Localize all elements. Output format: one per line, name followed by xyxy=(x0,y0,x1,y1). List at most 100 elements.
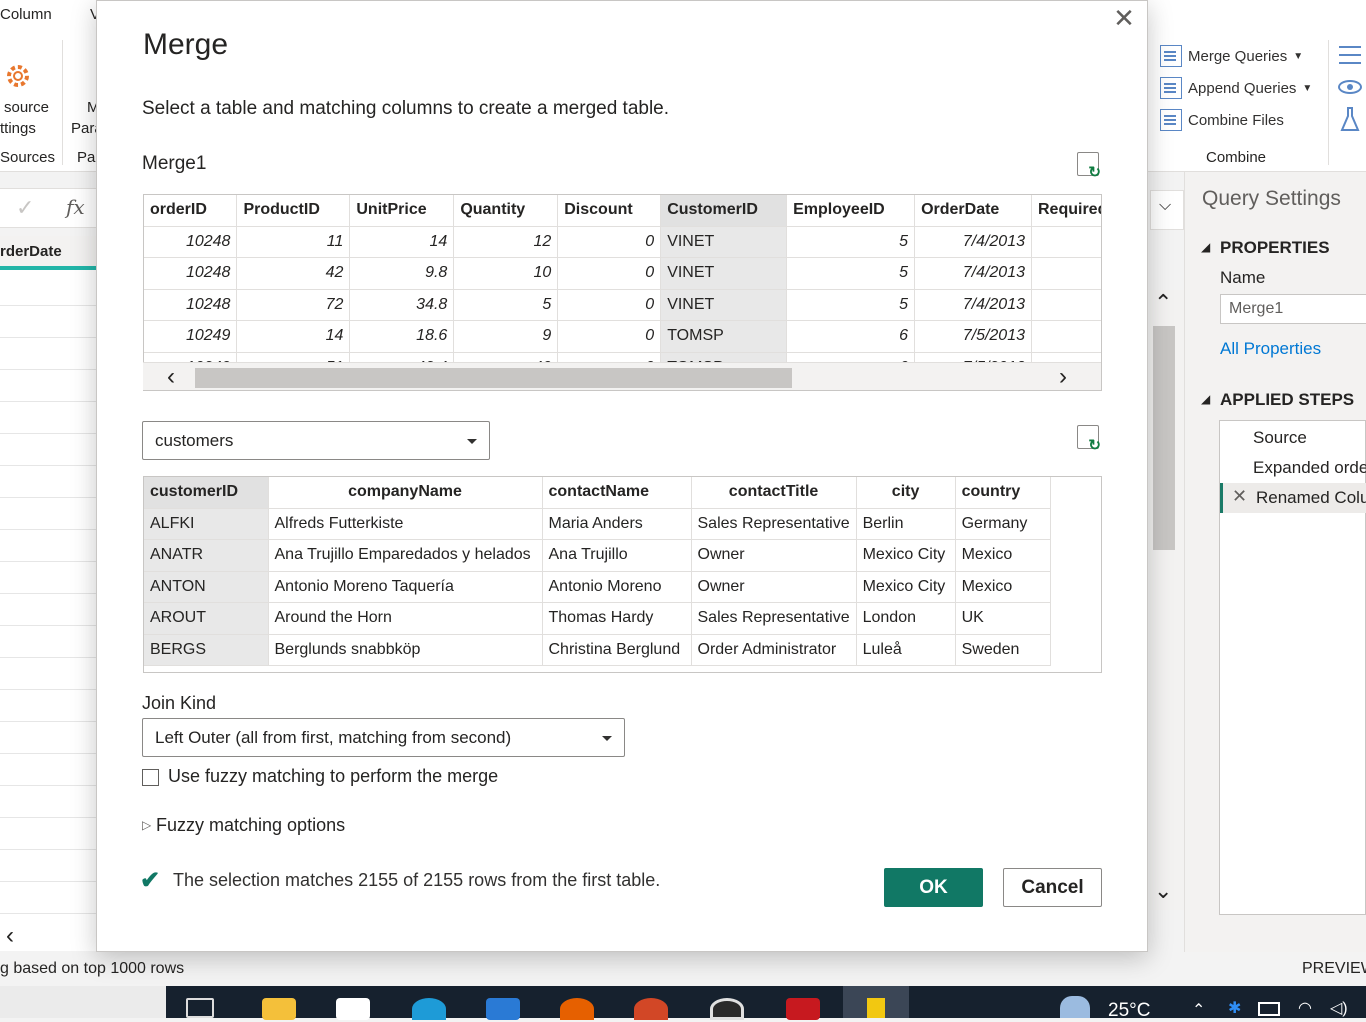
bluetooth-icon[interactable]: ✱ xyxy=(1228,998,1241,1018)
ok-button[interactable]: OK xyxy=(884,868,983,907)
collapse-triangle-icon[interactable]: ◢ xyxy=(1201,392,1210,406)
chevron-up-icon[interactable]: ⌃ xyxy=(1154,290,1172,316)
column-header[interactable]: contactTitle xyxy=(691,477,857,509)
table-cell: 7/4/2013 xyxy=(914,226,1032,258)
column-header[interactable]: Required xyxy=(1031,195,1101,227)
chevron-down-icon[interactable]: ⌄ xyxy=(1154,878,1172,904)
expand-triangle-icon[interactable]: ▷ xyxy=(142,818,151,832)
column-header-selected[interactable]: customerID xyxy=(144,477,269,509)
taskbar-search-area[interactable] xyxy=(0,986,166,1018)
column-header[interactable]: country xyxy=(955,477,1051,509)
refresh-preview-icon[interactable] xyxy=(1077,152,1101,181)
data-source-settings-label[interactable]: source xyxy=(4,99,49,116)
grid-row xyxy=(0,434,96,466)
step-expanded[interactable]: Expanded orde xyxy=(1220,453,1366,483)
scrollbar-thumb[interactable] xyxy=(195,368,792,388)
text-analytics-icon[interactable] xyxy=(1339,46,1361,64)
table-cell: 72 xyxy=(236,289,351,321)
refresh-preview-icon[interactable] xyxy=(1077,425,1101,454)
first-table-horizontal-scrollbar[interactable]: ‹ › xyxy=(143,362,1101,390)
grid-row xyxy=(0,754,96,786)
table-cell: 6 xyxy=(786,320,916,353)
table-cell: 14 xyxy=(349,226,455,258)
battery-icon[interactable] xyxy=(1258,1002,1280,1016)
delete-step-icon[interactable]: ✕ xyxy=(1232,486,1247,507)
task-view-icon[interactable] xyxy=(186,998,214,1018)
formula-bar: ✓ fx xyxy=(0,188,96,228)
table-cell: VINET xyxy=(660,289,788,321)
table-cell: Antonio Moreno xyxy=(542,571,692,603)
vision-eye-icon[interactable] xyxy=(1338,80,1362,94)
mail-icon[interactable] xyxy=(486,998,520,1020)
close-icon[interactable]: ✕ xyxy=(1112,4,1136,32)
all-properties-link[interactable]: All Properties xyxy=(1220,339,1321,359)
formula-expand-button[interactable]: ⌵ xyxy=(1150,190,1184,230)
store-icon[interactable] xyxy=(336,998,370,1020)
append-queries-button[interactable]: Append Queries ▼ xyxy=(1160,75,1312,101)
check-icon[interactable]: ✓ xyxy=(16,195,34,221)
scrollbar-thumb[interactable] xyxy=(1153,326,1175,550)
status-left-text: g based on top 1000 rows xyxy=(0,960,185,977)
column-header[interactable]: EmployeeID xyxy=(786,195,916,227)
firefox-icon[interactable] xyxy=(560,998,594,1020)
second-table-grid: customerID companyName contactName conta… xyxy=(144,477,1051,666)
fuzzy-matching-checkbox[interactable] xyxy=(142,769,159,786)
step-source[interactable]: Source xyxy=(1220,423,1366,453)
table-cell: Mexico xyxy=(955,571,1051,603)
grid-row xyxy=(0,274,96,306)
wifi-icon[interactable]: ◠ xyxy=(1298,998,1312,1018)
merge-queries-button[interactable]: Merge Queries ▼ xyxy=(1160,43,1303,69)
grid-row xyxy=(0,306,96,338)
table-row: 10248 42 9.8 10 0 VINET 5 7/4/2013 8 xyxy=(144,257,1101,290)
grid-vertical-scrollbar[interactable]: ⌃ ⌄ xyxy=(1150,290,1184,910)
column-header[interactable]: orderID xyxy=(144,195,238,227)
tab-add-column[interactable]: Column xyxy=(0,6,52,23)
column-header-selected[interactable]: CustomerID xyxy=(660,195,788,227)
grid-row xyxy=(0,338,96,370)
applied-steps-list: Source Expanded orde ✕ Renamed Colu xyxy=(1219,420,1366,915)
data-grid: rderDate ‹ xyxy=(0,236,96,951)
combine-files-button[interactable]: Combine Files xyxy=(1160,107,1284,133)
scroll-left-icon[interactable]: ‹ xyxy=(167,363,175,391)
sources-group-label: Sources xyxy=(0,149,56,166)
powerbi-taskbar-button[interactable] xyxy=(843,986,909,1018)
merge-queries-icon xyxy=(1160,45,1182,67)
column-header[interactable]: Quantity xyxy=(453,195,559,227)
column-header[interactable]: city xyxy=(856,477,956,509)
media-player-icon[interactable] xyxy=(710,998,744,1020)
column-header[interactable]: OrderDate xyxy=(914,195,1032,227)
column-header[interactable]: ProductID xyxy=(236,195,351,227)
step-renamed[interactable]: ✕ Renamed Colu xyxy=(1220,483,1366,513)
column-header-orderdate[interactable]: rderDate xyxy=(0,236,96,270)
weather-icon[interactable] xyxy=(1060,996,1090,1018)
powerpoint-icon[interactable] xyxy=(634,998,668,1020)
column-header[interactable]: UnitPrice xyxy=(349,195,455,227)
azure-ml-flask-icon[interactable] xyxy=(1340,106,1360,132)
second-table-select[interactable]: customers xyxy=(142,421,490,460)
column-header[interactable]: companyName xyxy=(268,477,543,509)
scroll-right-icon[interactable]: › xyxy=(1059,363,1067,391)
status-preview-text: PREVIEW xyxy=(1302,960,1366,977)
scroll-left-arrow-icon[interactable]: ‹ xyxy=(6,922,14,950)
table-row: 10248 72 34.8 5 0 VINET 5 7/4/2013 8 xyxy=(144,289,1101,321)
join-kind-select[interactable]: Left Outer (all from first, matching fro… xyxy=(142,718,625,757)
column-header[interactable]: Discount xyxy=(557,195,662,227)
volume-icon[interactable]: ◁) xyxy=(1330,998,1348,1018)
table-cell: 8 xyxy=(1031,257,1101,290)
cancel-button[interactable]: Cancel xyxy=(1003,868,1102,907)
fuzzy-matching-label[interactable]: Use fuzzy matching to perform the merge xyxy=(168,766,498,787)
table-cell: 10248 xyxy=(144,226,238,258)
table-row: ANTON Antonio Moreno Taquería Antonio Mo… xyxy=(144,571,1051,603)
chevron-up-icon[interactable]: ⌃ xyxy=(1192,1000,1205,1020)
query-name-input[interactable]: Merge1 xyxy=(1220,294,1366,324)
table-cell: Mexico xyxy=(955,539,1051,572)
table-row: 10249 14 18.6 9 0 TOMSP 6 7/5/2013 8/ xyxy=(144,320,1101,353)
fuzzy-options-toggle[interactable]: Fuzzy matching options xyxy=(156,815,345,836)
data-source-settings-label-2[interactable]: ttings xyxy=(0,120,36,137)
acrobat-icon[interactable] xyxy=(786,998,820,1020)
weather-temp[interactable]: 25°C xyxy=(1108,1000,1150,1022)
edge-icon[interactable] xyxy=(412,998,446,1020)
collapse-triangle-icon[interactable]: ◢ xyxy=(1201,240,1210,254)
column-header[interactable]: contactName xyxy=(542,477,692,509)
file-explorer-icon[interactable] xyxy=(262,998,296,1020)
